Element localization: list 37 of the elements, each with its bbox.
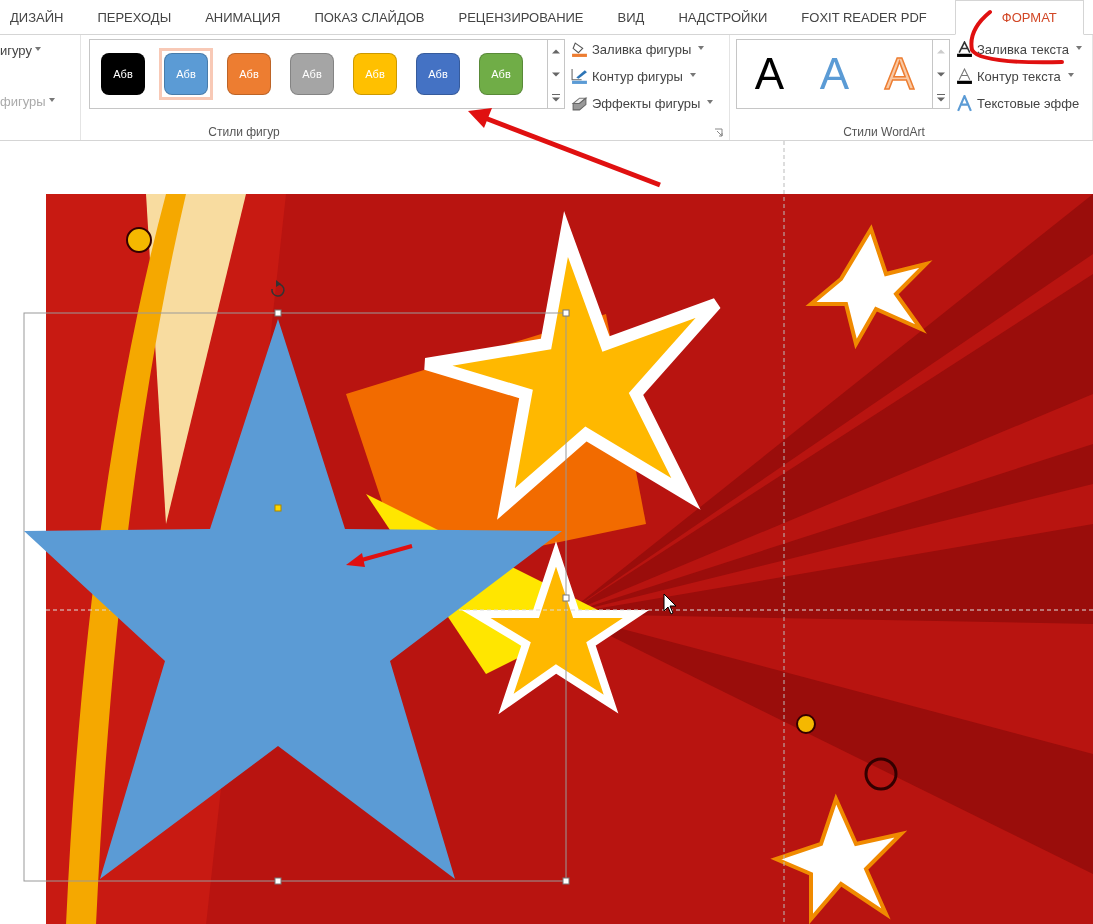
ribbon-tab[interactable]: ДИЗАЙН (0, 0, 74, 35)
resize-handle[interactable] (562, 309, 570, 317)
ribbon-command[interactable]: Контур текста (956, 66, 1083, 87)
ribbon-command[interactable]: Текстовые эффе (956, 93, 1083, 114)
ribbon-command[interactable]: Эффекты фигуры (571, 93, 714, 114)
annotation-arrow (346, 544, 413, 567)
resize-handle[interactable] (274, 877, 282, 885)
ribbon-tab[interactable]: FOXIT READER PDF (791, 0, 937, 35)
ribbon-tab[interactable]: НАДСТРОЙКИ (668, 0, 778, 35)
ribbon-tab[interactable]: ФОРМАТ (954, 0, 1084, 35)
resize-handle[interactable] (562, 877, 570, 885)
group-label: Стили фигур (208, 125, 280, 139)
ribbon-tab[interactable]: РЕЦЕНЗИРОВАНИЕ (448, 0, 594, 35)
rotate-handle-icon[interactable] (271, 280, 285, 297)
ribbon-command[interactable]: игуру (0, 43, 80, 58)
cursor-icon (663, 593, 677, 615)
effects-icon (571, 95, 588, 112)
ribbon-tab[interactable]: ПОКАЗ СЛАЙДОВ (304, 0, 435, 35)
resize-handle[interactable] (274, 309, 282, 317)
shape-style-swatch[interactable]: Абв (416, 53, 460, 95)
wordart-sample[interactable]: A (754, 52, 785, 96)
ribbon-command[interactable]: Заливка фигуры (571, 39, 714, 60)
ribbon-command[interactable]: Контур фигуры (571, 66, 714, 87)
shape-style-swatch[interactable]: Абв (101, 53, 145, 95)
paint-bucket-icon (571, 41, 588, 58)
ribbon-command[interactable]: Заливка текста (956, 39, 1083, 60)
text-effects-icon (956, 95, 973, 112)
resize-handle[interactable] (562, 594, 570, 602)
pencil-icon (571, 68, 588, 85)
adjust-handle[interactable] (274, 504, 282, 512)
text-outline-icon (956, 68, 973, 85)
ribbon-tab[interactable]: АНИМАЦИЯ (195, 0, 291, 35)
group-label: Стили WordArt (843, 125, 925, 139)
text-fill-icon (956, 41, 973, 58)
dialog-launcher-icon[interactable] (714, 128, 723, 137)
ribbon-tab[interactable]: ПЕРЕХОДЫ (87, 0, 182, 35)
ribbon-tab[interactable]: ВИД (607, 0, 655, 35)
